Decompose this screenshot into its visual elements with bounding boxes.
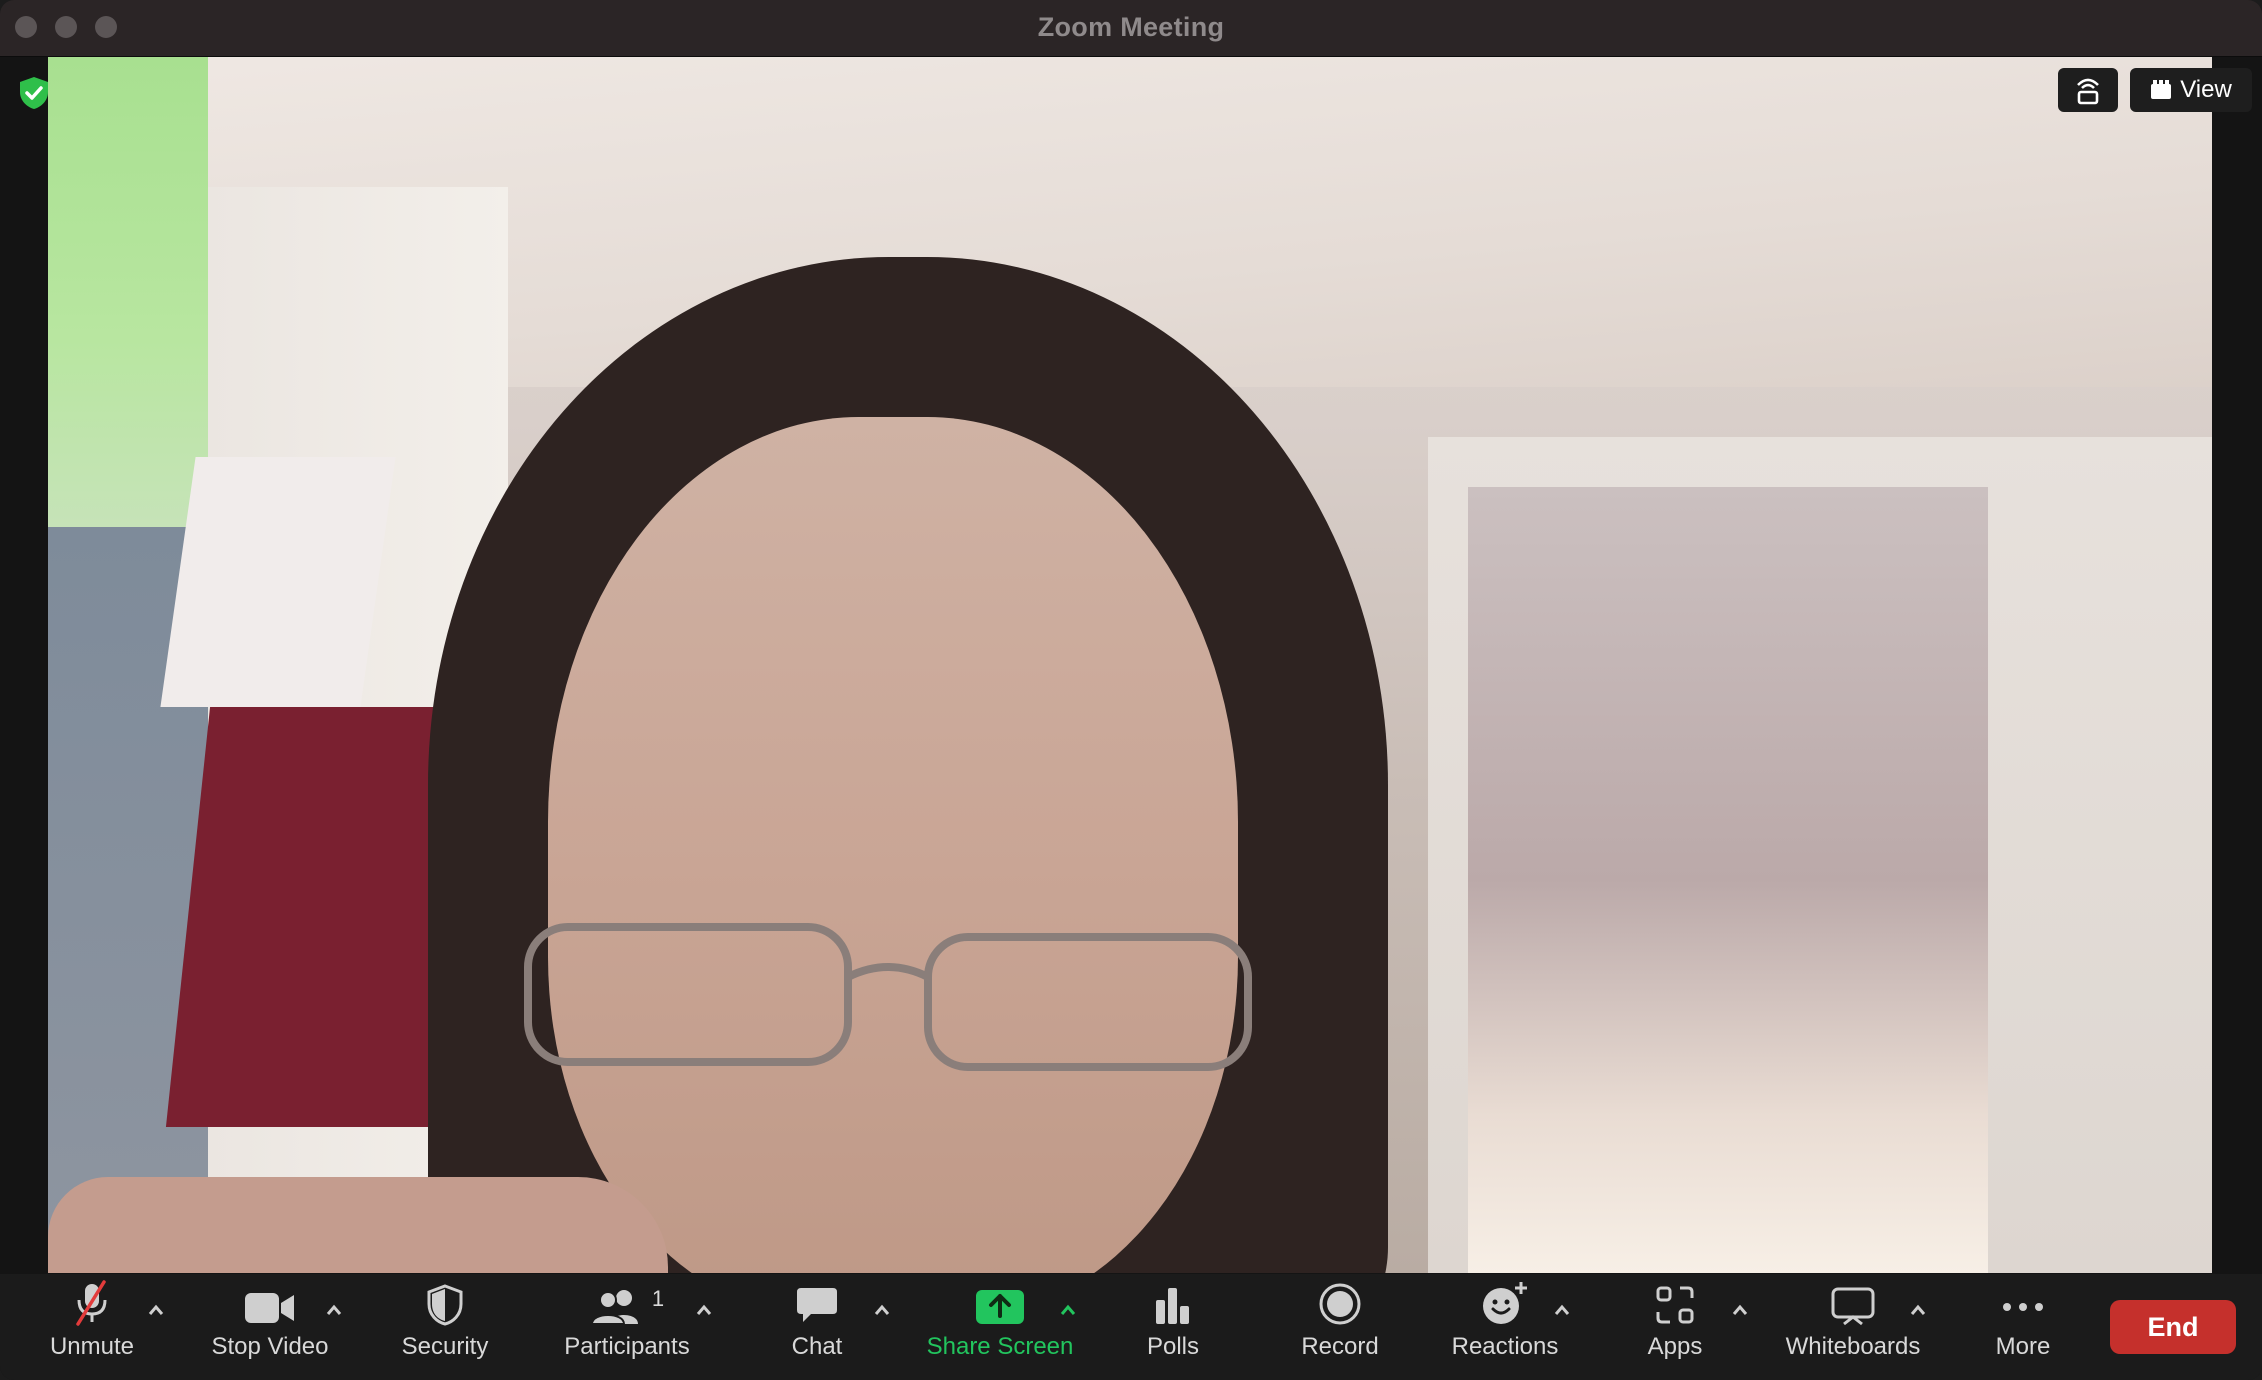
polls-button[interactable]: Polls [1130, 1274, 1216, 1380]
more-label: More [1995, 1333, 2051, 1360]
window-title: Zoom Meeting [1037, 12, 1225, 42]
video-camera-icon [245, 1293, 294, 1323]
apps-icon [1656, 1286, 1694, 1324]
immersive-view-button[interactable] [2058, 68, 2118, 112]
participant-face [548, 417, 1238, 1273]
participants-count: 1 [651, 1286, 665, 1311]
chat-bubble-icon [797, 1288, 837, 1322]
share-screen-label: Share Screen [926, 1333, 1074, 1360]
whiteboards-options-caret-icon[interactable] [1908, 1302, 1928, 1318]
whiteboards-label: Whiteboards [1785, 1333, 1921, 1360]
more-button[interactable]: More [1980, 1274, 2066, 1380]
encryption-shield-icon[interactable] [18, 76, 50, 110]
polls-label: Polls [1146, 1333, 1200, 1360]
zoom-window: Zoom Meeting View Unmute Stop Video Secu… [0, 0, 2262, 1380]
share-screen-button[interactable]: Share Screen [920, 1274, 1080, 1380]
participants-options-caret-icon[interactable] [694, 1302, 714, 1318]
reactions-button[interactable]: Reactions [1444, 1274, 1566, 1380]
participants-button[interactable]: 1 Participants [550, 1274, 704, 1380]
unmute-button[interactable]: Unmute [30, 1274, 154, 1380]
end-meeting-button[interactable]: End [2110, 1300, 2236, 1354]
participant-video [48, 57, 2212, 1273]
stop-video-button[interactable]: Stop Video [200, 1274, 340, 1380]
title-bar: Zoom Meeting [0, 0, 2262, 57]
view-label: View [2180, 76, 2232, 103]
video-background-door [1468, 487, 1988, 1273]
whiteboard-icon [1831, 1287, 1875, 1326]
unmute-label: Unmute [49, 1333, 135, 1360]
share-screen-icon [976, 1290, 1024, 1324]
stop-video-label: Stop Video [211, 1333, 329, 1360]
reactions-options-caret-icon[interactable] [1552, 1302, 1572, 1318]
whiteboards-button[interactable]: Whiteboards [1780, 1274, 1926, 1380]
record-icon [1319, 1283, 1361, 1325]
video-options-caret-icon[interactable] [324, 1302, 344, 1318]
record-button[interactable]: Record [1290, 1274, 1390, 1380]
security-label: Security [401, 1333, 489, 1360]
chat-button[interactable]: Chat [770, 1274, 864, 1380]
security-shield-icon [427, 1284, 463, 1326]
polls-chart-icon [1156, 1288, 1189, 1324]
view-grid-icon [2151, 80, 2172, 99]
video-background-paper [160, 457, 396, 707]
chat-label: Chat [791, 1333, 843, 1360]
participant-arm [48, 1177, 668, 1273]
more-dots-icon [2003, 1303, 2043, 1311]
video-background-wall [48, 57, 208, 527]
share-screen-options-caret-icon[interactable] [1058, 1302, 1078, 1318]
participant-glasses [524, 923, 1252, 1071]
security-button[interactable]: Security [390, 1274, 500, 1380]
audio-options-caret-icon[interactable] [146, 1302, 166, 1318]
participants-icon [590, 1290, 638, 1325]
reactions-smiley-icon [1483, 1282, 1527, 1324]
participants-label: Participants [564, 1333, 690, 1360]
reactions-label: Reactions [1451, 1333, 1559, 1360]
meeting-toolbar: Unmute Stop Video Security 1 Participant… [0, 1274, 2262, 1380]
record-label: Record [1301, 1333, 1379, 1360]
view-button[interactable]: View [2130, 68, 2252, 112]
apps-label: Apps [1647, 1333, 1703, 1360]
apps-options-caret-icon[interactable] [1730, 1302, 1750, 1318]
microphone-muted-icon [76, 1280, 107, 1326]
apps-button[interactable]: Apps [1630, 1274, 1720, 1380]
chat-options-caret-icon[interactable] [872, 1302, 892, 1318]
immersive-view-icon [2077, 78, 2099, 105]
